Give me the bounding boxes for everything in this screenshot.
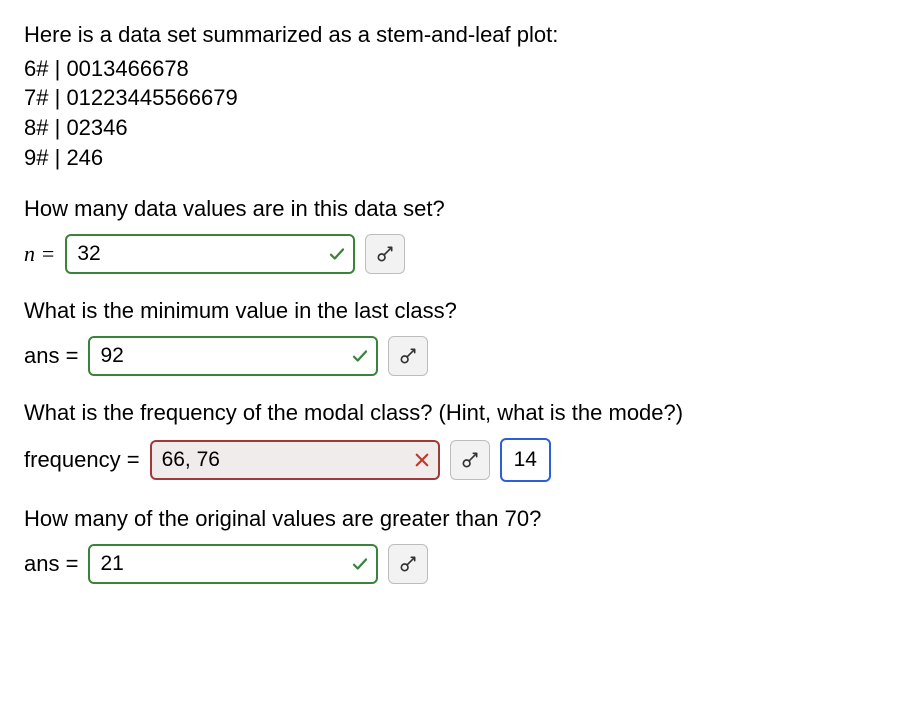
ans-label: ans = [24,549,78,579]
ans-label: ans = [24,341,78,371]
intro-text: Here is a data set summarized as a stem-… [24,20,898,50]
answer-input-wrap [150,440,440,480]
check-icon [350,554,370,574]
question-1-answer-row: n = [24,234,898,274]
answer-input-wrap [88,336,378,376]
answer-input-gt70[interactable] [88,544,378,584]
question-3-answer-row: frequency = 14 [24,438,898,482]
retry-button[interactable] [365,234,405,274]
stem-row: 9# | 246 [24,143,898,173]
answer-input-frequency[interactable] [150,440,440,480]
question-1-prompt: How many data values are in this data se… [24,194,898,224]
retry-button[interactable] [450,440,490,480]
question-4-answer-row: ans = [24,544,898,584]
answer-input-min[interactable] [88,336,378,376]
stem-row: 6# | 0013466678 [24,54,898,84]
question-2-prompt: What is the minimum value in the last cl… [24,296,898,326]
check-icon [350,346,370,366]
n-equals-label: n = [24,239,55,269]
question-3-prompt: What is the frequency of the modal class… [24,398,898,428]
retry-button[interactable] [388,336,428,376]
question-4-prompt: How many of the original values are grea… [24,504,898,534]
retry-button[interactable] [388,544,428,584]
question-2-answer-row: ans = [24,336,898,376]
answer-input-wrap [65,234,355,274]
stem-row: 8# | 02346 [24,113,898,143]
stem-leaf-plot: 6# | 0013466678 7# | 01223445566679 8# |… [24,54,898,173]
correct-answer-display: 14 [500,438,551,482]
answer-input-wrap [88,544,378,584]
answer-input-n[interactable] [65,234,355,274]
cross-icon [412,450,432,470]
check-icon [327,244,347,264]
frequency-label: frequency = [24,445,140,475]
stem-row: 7# | 01223445566679 [24,83,898,113]
